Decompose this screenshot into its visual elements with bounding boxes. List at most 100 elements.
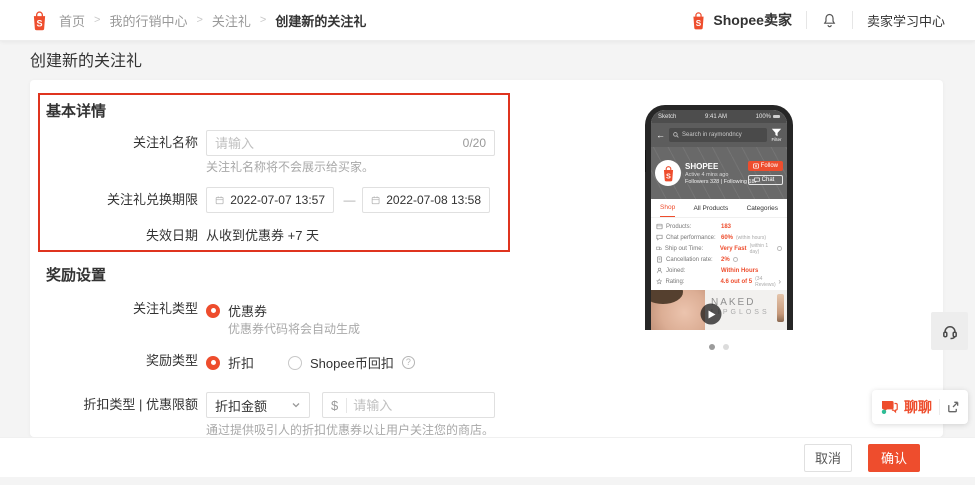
discount-amount-input[interactable]: $ [322, 392, 495, 418]
products-icon [656, 223, 663, 230]
reward-kind-label: 奖励类型 [38, 353, 198, 369]
help-icon[interactable]: ? [402, 356, 415, 369]
phone-search-row: ← Search in raymondncy Filter [651, 123, 787, 147]
top-navigation-bar: S 首页 > 我的行销中心 > 关注礼 > 创建新的关注礼 S Shopee卖家… [0, 0, 975, 41]
discount-type-selected-value: 折扣金额 [215, 396, 267, 415]
divider [806, 11, 807, 29]
stat-row-joined: Joined: Within Hours [656, 265, 782, 276]
shop-tabs: Shop All Products Categories [651, 199, 787, 218]
seller-learning-center-link[interactable]: 卖家学习中心 [867, 11, 945, 30]
stat-row-products: Products: 183 [656, 221, 782, 232]
breadcrumb-home[interactable]: 首页 [59, 11, 85, 30]
add-icon [753, 163, 759, 169]
chat-icon [754, 177, 760, 183]
coins-option-label[interactable]: Shopee币回扣 [310, 353, 394, 372]
shop-banner-image[interactable]: NAKED LIPGLOSS [651, 290, 787, 330]
currency-symbol: $ [331, 398, 347, 413]
shop-followers: Followers 328 | Following 18 [685, 179, 744, 185]
user-icon [656, 267, 663, 274]
coins-radio-unselected[interactable] [288, 356, 302, 370]
banner-title: NAKED [711, 297, 770, 308]
gift-type-label: 关注礼类型 [38, 301, 198, 317]
shop-active-status: Active 4 mins ago [685, 172, 744, 178]
filter-icon[interactable]: Filter [771, 128, 782, 142]
confirm-button[interactable]: 确认 [868, 444, 920, 472]
period-end-value: 2022-07-08 13:58 [386, 193, 481, 207]
shop-chat-button[interactable]: Chat [748, 175, 783, 185]
breadcrumb-current-page: 创建新的关注礼 [275, 11, 366, 30]
tab-categories[interactable]: Categories [747, 200, 778, 217]
document-icon [656, 256, 663, 263]
chevron-right-icon[interactable]: › [778, 277, 781, 286]
chat-widget[interactable]: 聊聊 [872, 390, 968, 424]
stat-row-chat-performance: Chat performance: 60% (within hours) [656, 232, 782, 243]
tab-all-products[interactable]: All Products [694, 200, 729, 217]
carousel-dots [709, 344, 729, 350]
breadcrumb-marketing-center[interactable]: 我的行销中心 [109, 11, 187, 30]
gift-name-helper-text: 关注礼名称将不会展示给买家。 [206, 158, 374, 175]
stat-row-shipout-time: Ship out Time: Very Fast (within 1 day) [656, 243, 782, 254]
expand-chat-icon[interactable] [946, 400, 960, 414]
shop-stats: Products: 183 Chat performance: 60% (wit… [651, 218, 787, 289]
discount-helper-text: 通过提供吸引人的折扣优惠券以让用户关注您的商店。 [206, 421, 494, 438]
play-button[interactable] [700, 304, 721, 325]
shopee-seller-brand[interactable]: S Shopee卖家 [690, 10, 792, 30]
battery-icon [773, 115, 780, 119]
reward-settings-section-title: 奖励设置 [46, 264, 106, 285]
redeem-period-label: 关注礼兑换期限 [38, 187, 198, 213]
info-icon [733, 257, 738, 262]
shopee-bag-icon: S [690, 11, 707, 30]
shopee-seller-label: Shopee卖家 [713, 10, 792, 30]
gift-name-label: 关注礼名称 [38, 130, 198, 156]
phone-preview: Sketch 9:41 AM 100% ← Search in raymondn… [645, 105, 793, 330]
period-start-input[interactable]: 2022-07-07 13:57 [206, 187, 334, 213]
voucher-radio-selected[interactable] [206, 304, 220, 318]
chevron-separator-icon: > [94, 14, 100, 26]
cancel-button[interactable]: 取消 [804, 444, 852, 472]
discount-radio-selected[interactable] [206, 356, 220, 370]
period-start-value: 2022-07-07 13:57 [230, 193, 325, 207]
stat-row-cancellation-rate: Cancellation rate: 2% [656, 254, 782, 265]
voucher-helper-text: 优惠券代码将会自动生成 [228, 320, 360, 337]
discount-type-label: 折扣类型 | 优惠限额 [38, 392, 198, 418]
follow-button-label: Follow [761, 163, 778, 169]
shopee-logo-icon[interactable]: S [30, 10, 49, 31]
phone-status-bar: Sketch 9:41 AM 100% [651, 110, 787, 123]
chat-button-label: Chat [762, 177, 775, 183]
headset-icon [941, 322, 959, 340]
discount-type-select[interactable]: 折扣金额 [206, 392, 310, 418]
footer-action-bar: 取消 确认 [0, 437, 975, 477]
svg-text:S: S [696, 18, 702, 27]
notification-bell-icon[interactable] [821, 12, 838, 29]
date-range-dash: — [337, 187, 362, 213]
breadcrumb-follow-prize[interactable]: 关注礼 [212, 11, 251, 30]
truck-icon [656, 245, 662, 252]
follow-button[interactable]: Follow [748, 161, 783, 171]
discount-option-label[interactable]: 折扣 [228, 353, 254, 372]
carousel-dot[interactable] [723, 344, 729, 350]
divider [852, 11, 853, 29]
voucher-option-label[interactable]: 优惠券 [228, 301, 267, 320]
svg-text:S: S [666, 171, 671, 180]
tab-shop[interactable]: Shop [660, 199, 675, 217]
banner-model-photo [651, 290, 705, 330]
clock-label: 9:41 AM [705, 114, 727, 120]
char-counter: 0/20 [463, 136, 486, 150]
gift-name-input[interactable]: 0/20 [206, 130, 495, 156]
period-end-input[interactable]: 2022-07-08 13:58 [362, 187, 490, 213]
chat-bubbles-icon [880, 399, 898, 415]
calendar-icon [371, 194, 380, 206]
stat-row-rating: Rating: 4.6 out of 5 (34 Reviews) › [656, 276, 782, 287]
chat-widget-label: 聊聊 [904, 397, 932, 417]
shop-avatar[interactable]: S [655, 160, 681, 186]
banner-lipgloss-tube [777, 294, 784, 322]
support-headset-button[interactable] [931, 312, 968, 350]
carousel-dot-active[interactable] [709, 344, 715, 350]
back-arrow-icon[interactable]: ← [656, 130, 665, 140]
shop-search-input[interactable]: Search in raymondncy [669, 128, 767, 142]
breadcrumb: 首页 > 我的行销中心 > 关注礼 > 创建新的关注礼 [59, 11, 366, 30]
gift-name-input-field[interactable] [215, 136, 457, 151]
filter-label: Filter [772, 137, 782, 142]
chat-performance-icon [656, 234, 663, 241]
discount-amount-field[interactable] [353, 398, 486, 413]
